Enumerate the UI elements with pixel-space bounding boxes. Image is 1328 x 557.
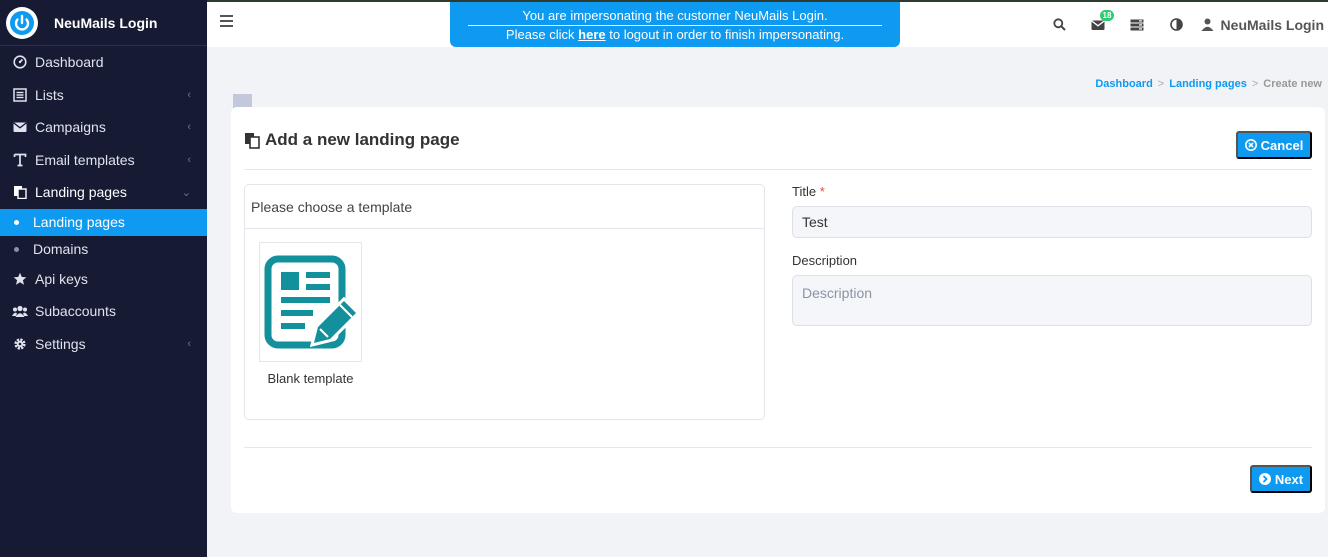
impersonation-message: You are impersonating the customer NeuMa… xyxy=(468,7,882,26)
brand[interactable]: NeuMails Login xyxy=(0,0,207,46)
sidebar: NeuMails Login Dashboard Lists ‹ Campaig… xyxy=(0,0,207,557)
sidebar-item-dashboard[interactable]: Dashboard xyxy=(0,46,207,79)
page-title: Add a new landing page xyxy=(244,130,460,150)
breadcrumb-link-landing-pages[interactable]: Landing pages xyxy=(1169,78,1247,90)
user-icon xyxy=(1201,18,1214,31)
sidebar-item-settings[interactable]: Settings ‹ xyxy=(0,328,207,361)
list-icon xyxy=(12,87,28,103)
sidebar-item-label: Api keys xyxy=(35,270,88,287)
impersonation-text-suffix: to logout in order to finish impersonati… xyxy=(605,27,845,42)
sidebar-item-landing-pages[interactable]: Landing pages ⌄ xyxy=(0,176,207,209)
template-chooser-heading: Please choose a template xyxy=(245,185,764,229)
search-icon[interactable] xyxy=(1040,2,1079,47)
breadcrumb-current: Create new xyxy=(1263,78,1322,90)
sidebar-subitem-label: Domains xyxy=(33,241,89,257)
copy-icon xyxy=(244,132,260,149)
notification-count-badge: 18 xyxy=(1099,10,1115,21)
contrast-icon[interactable] xyxy=(1157,2,1196,47)
sidebar-item-label: Settings xyxy=(35,335,86,352)
sidebar-item-label: Lists xyxy=(35,86,64,103)
impersonation-banner: You are impersonating the customer NeuMa… xyxy=(450,2,900,47)
chevron-down-icon: ⌄ xyxy=(181,186,191,199)
envelope-icon xyxy=(12,119,28,135)
sidebar-item-label: Dashboard xyxy=(35,54,104,71)
bullet-icon xyxy=(14,219,19,225)
chevron-left-icon: ‹ xyxy=(187,121,191,134)
users-icon xyxy=(12,303,28,319)
sidebar-item-api-keys[interactable]: Api keys xyxy=(0,263,207,296)
power-logo-icon xyxy=(6,6,38,39)
breadcrumb-separator: > xyxy=(1157,78,1165,90)
landing-page-form: Title * Test Description Description xyxy=(792,184,1312,326)
sidebar-item-lists[interactable]: Lists ‹ xyxy=(0,79,207,112)
chevron-left-icon: ‹ xyxy=(187,88,191,101)
sidebar-item-email-templates[interactable]: Email templates ‹ xyxy=(0,144,207,177)
title-input[interactable]: Test xyxy=(792,206,1312,238)
sidebar-item-label: Subaccounts xyxy=(35,303,116,320)
divider xyxy=(244,447,1312,448)
description-label: Description xyxy=(792,253,858,268)
sidebar-item-label: Landing pages xyxy=(35,184,127,201)
title-label-text: Title xyxy=(792,184,817,199)
breadcrumb: Dashboard > Landing pages > Create new xyxy=(1095,78,1322,90)
gear-icon xyxy=(12,336,28,352)
chevron-left-icon: ‹ xyxy=(187,153,191,166)
times-circle-icon xyxy=(1244,139,1257,151)
cancel-button[interactable]: Cancel xyxy=(1236,131,1312,159)
description-textarea[interactable]: Description xyxy=(792,275,1312,326)
text-icon xyxy=(12,152,28,168)
user-name: NeuMails Login xyxy=(1220,16,1324,33)
chevron-left-icon: ‹ xyxy=(187,337,191,350)
dashboard-icon xyxy=(12,54,28,70)
copy-icon xyxy=(12,184,28,200)
page-title-text: Add a new landing page xyxy=(265,130,460,149)
arrow-circle-right-icon xyxy=(1258,473,1271,485)
next-button-label: Next xyxy=(1274,471,1304,487)
sidebar-subitem-domains[interactable]: Domains xyxy=(0,236,207,263)
menu-toggle-icon[interactable] xyxy=(220,15,233,29)
sidebar-subitem-label: Landing pages xyxy=(33,214,125,230)
user-menu[interactable]: NeuMails Login xyxy=(1201,17,1324,33)
next-button[interactable]: Next xyxy=(1250,465,1312,493)
bullet-icon xyxy=(14,246,19,252)
brand-title: NeuMails Login xyxy=(54,14,158,31)
sidebar-item-subaccounts[interactable]: Subaccounts xyxy=(0,295,207,328)
breadcrumb-separator: > xyxy=(1251,78,1259,90)
landing-page-form-card: Add a new landing page Cancel Please cho… xyxy=(231,107,1325,513)
template-chooser: Please choose a template Blank template xyxy=(244,184,765,420)
topbar: You are impersonating the customer NeuMa… xyxy=(207,0,1328,47)
logout-impersonation-link[interactable]: here xyxy=(578,27,605,42)
template-name[interactable]: Blank template xyxy=(245,371,376,386)
title-label: Title * xyxy=(792,184,1312,199)
star-icon xyxy=(12,271,28,287)
sidebar-nav: Dashboard Lists ‹ Campaigns ‹ Email temp… xyxy=(0,46,207,360)
divider xyxy=(244,169,1312,170)
cancel-button-label: Cancel xyxy=(1260,137,1304,153)
notifications-button[interactable]: 18 xyxy=(1079,2,1118,47)
impersonation-text-prefix: Please click xyxy=(505,27,579,42)
document-edit-icon xyxy=(264,255,358,349)
server-icon[interactable] xyxy=(1118,2,1157,47)
breadcrumb-link-dashboard[interactable]: Dashboard xyxy=(1095,78,1152,90)
sidebar-item-label: Email templates xyxy=(35,151,135,168)
topbar-actions: 18 NeuMails Login xyxy=(1040,2,1328,47)
required-mark: * xyxy=(819,184,825,199)
template-card-blank[interactable] xyxy=(259,242,362,362)
sidebar-item-label: Campaigns xyxy=(35,119,106,136)
sidebar-item-campaigns[interactable]: Campaigns ‹ xyxy=(0,111,207,144)
sidebar-subitem-landing-pages[interactable]: Landing pages xyxy=(0,208,207,236)
